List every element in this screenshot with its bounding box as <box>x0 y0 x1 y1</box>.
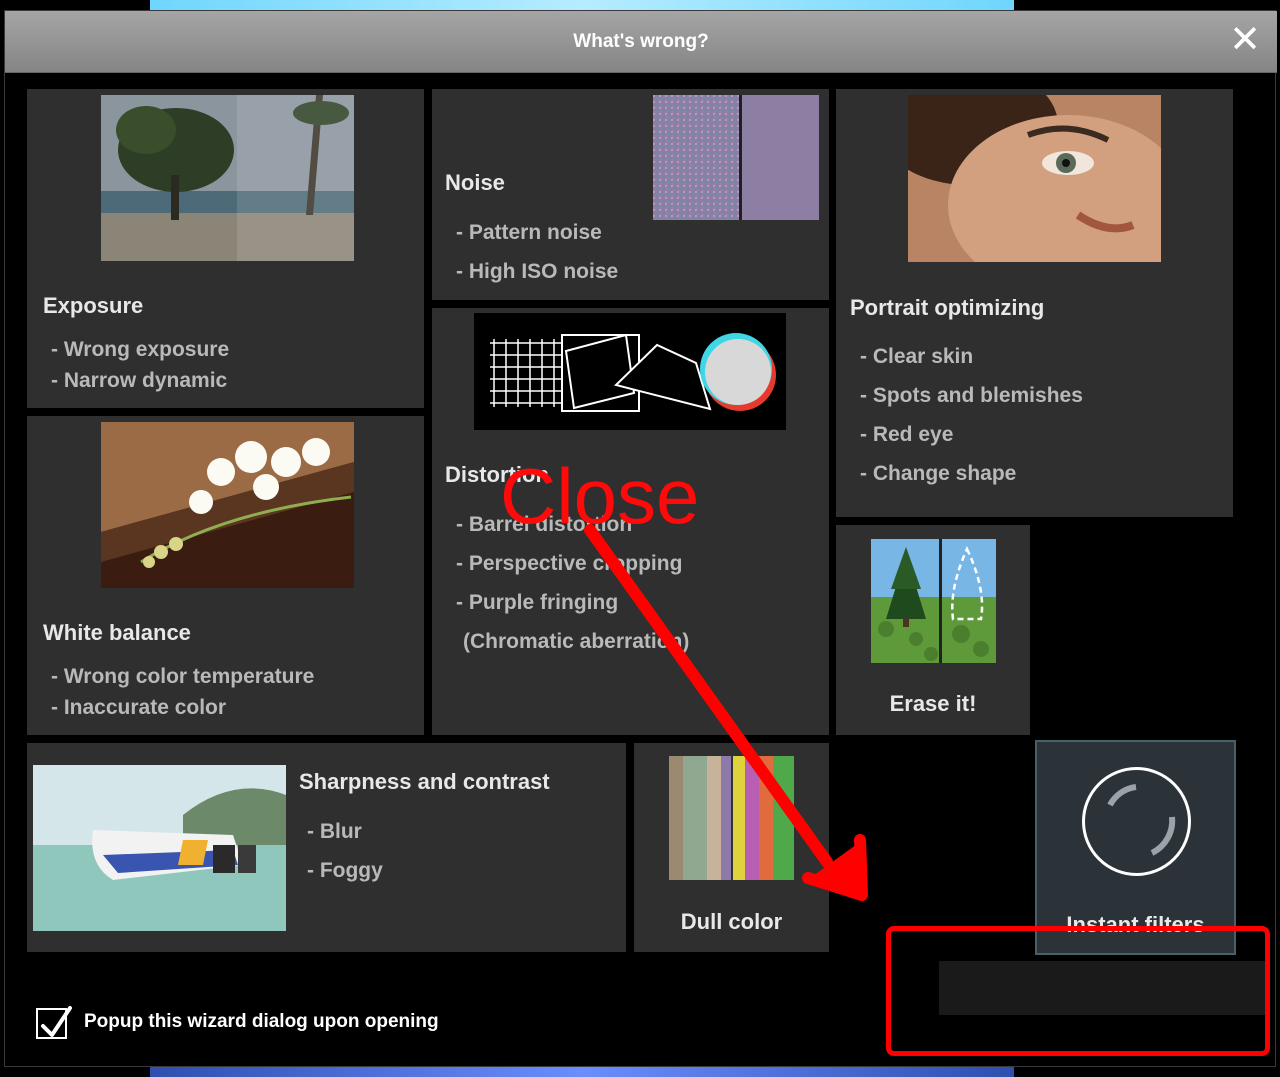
annotation-close-label: Close <box>500 452 700 540</box>
background-strip-bottom <box>150 1067 1014 1077</box>
screen: What's wrong? ✕ Exposure - Wrong exposur… <box>0 0 1280 1077</box>
annotation-highlight-box <box>886 926 1270 1056</box>
